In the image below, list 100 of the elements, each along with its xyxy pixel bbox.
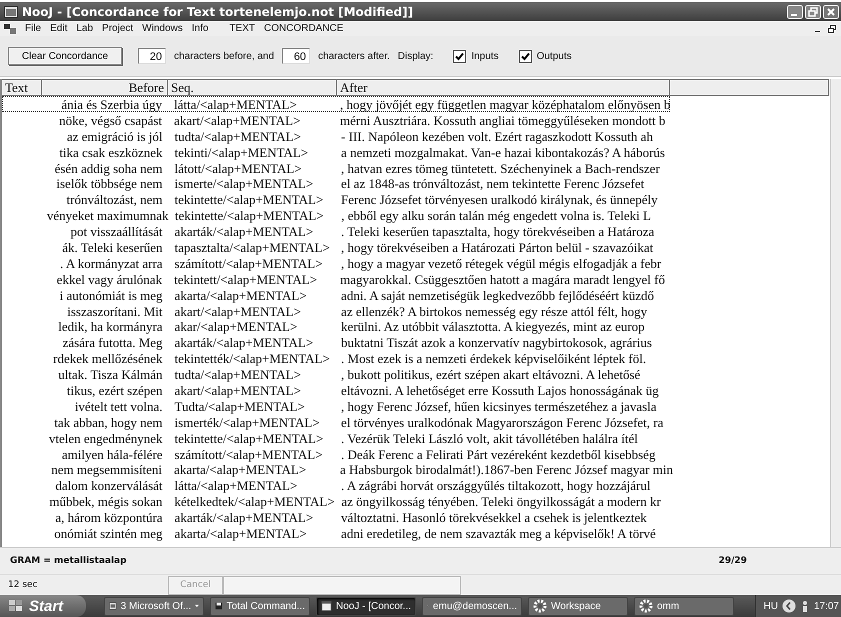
table-row[interactable]: ánia és Szerbia úgy látta/<alap+MENTAL> , hogy jövőjét egy független magyar középhatalom előnyösen b <box>2 96 670 112</box>
menu-item[interactable]: Project <box>102 23 134 34</box>
menu-item[interactable]: Lab <box>76 23 94 34</box>
menu-item[interactable]: File <box>25 23 42 34</box>
table-row[interactable]: ultak. Tisza Kálmán tudta/<alap+MENTAL> , bukott politikus, ezért szépen akart eltávozni. A lehetősé <box>2 366 670 382</box>
before-context: tikus, ezért szépen <box>66 383 163 398</box>
sequence-match: akart/<alap+MENTAL> <box>174 112 300 128</box>
table-row[interactable]: iselők többsége nem ismerte/<alap+MENTAL> el az 1848-as trónváltozást, nem tekintette Ferenc Józsefet <box>2 175 670 192</box>
table-row[interactable]: pot visszaállítását akarták/<alap+MENTAL> . Teleki keserűen tapasztalta, hogy törekvéseiben a Határoza <box>2 223 670 240</box>
table-row[interactable]: i autonómiát is meg akarta/<alap+MENTAL> adni. A saját nemzetiségük legkedvezőbb fejlődéséért küzdő <box>2 286 670 303</box>
after-context: , hogy a magyar vezető rétegek végül mégis elfogadják a febr <box>341 256 662 271</box>
before-label: characters before, and <box>174 50 274 62</box>
scrollbar[interactable] <box>830 79 841 547</box>
elapsed-time: 12 sec <box>7 580 38 590</box>
taskbar-button[interactable]: Workspace <box>528 596 628 616</box>
before-context: iselők többsége nem <box>56 176 163 192</box>
table-row[interactable]: dalom konzerválását látta/<alap+MENTAL> . A zágrábi horvát országgyűlés tiltakozott, hogy hozzájárul <box>2 477 670 494</box>
before-context: az emigráció is jól <box>66 128 163 144</box>
close-icon[interactable] <box>823 4 839 18</box>
menu-item[interactable]: Edit <box>50 23 68 34</box>
clock[interactable]: 17:07 <box>814 600 839 612</box>
table-row[interactable]: ésén addig soha nem látott/<alap+MENTAL> , hatvan ezres tömeg tüntetett. Széchenyinek a Bach-rendszer <box>2 160 670 176</box>
before-context: műbbek, mégis sokan <box>49 494 162 510</box>
before-context: tika csak eszköznek <box>59 144 163 160</box>
after-context: , hatvan ezres tömeg tüntetett. Széchenyinek a Bach-rendszer <box>341 160 660 176</box>
before-context: ekkel vagy árulónak <box>56 272 162 287</box>
table-row[interactable]: onómiát szintén meg akarta/<alap+MENTAL> adni eredetileg, de nem szavazták meg a képviselők! A törvé <box>2 525 670 541</box>
taskbar-button[interactable]: 3 Microsoft Of... <box>104 596 204 616</box>
menu-item[interactable]: CONCORDANCE <box>264 23 344 34</box>
before-context: onómiát szintén meg <box>54 526 163 542</box>
sequence-match: tekintette/<alap+MENTAL> <box>174 430 324 446</box>
window-title: NooJ - [Concordance for Text tortenelemjo.not [Modified]] <box>22 4 414 18</box>
display-label: Display: <box>398 50 434 62</box>
sequence-match: akarta/<alap+MENTAL> <box>174 526 307 542</box>
menu-item[interactable]: TEXT <box>229 23 255 34</box>
after-context: kerülni. Az utóbbit választotta. A kiegyezés, mint az europ <box>341 319 645 334</box>
table-row[interactable]: ák. Teleki keserűen tapasztalta/<alap+MENTAL> , hogy törekvéseiben a Határozati Párton belül - szavazóikat <box>2 239 670 255</box>
sequence-match: akarta/<alap+MENTAL> <box>174 462 306 478</box>
after-context: a nemzeti mozgalmakat. Van-e hazai kibontakozás? A háborús <box>341 144 665 160</box>
match-count: 29/29 <box>718 556 747 566</box>
after-context: eltávozni. A lehetőséget erre Kossuth Lajos honosságának üg <box>341 383 659 398</box>
start-button[interactable]: Start <box>0 595 86 617</box>
language-indicator[interactable]: HU <box>764 600 778 612</box>
sequence-match: tudta/<alap+MENTAL> <box>174 367 301 382</box>
column-header[interactable]: Text <box>2 79 42 96</box>
taskbar-button[interactable]: emu@demoscen... <box>422 596 522 616</box>
table-row[interactable]: ledik, ha kormányra akar/<alap+MENTAL> kerülni. Az utóbbit választotta. A kiegyezés, mint az europ <box>2 318 670 334</box>
sequence-match: látta/<alap+MENTAL> <box>174 97 297 112</box>
maximize-icon[interactable] <box>805 4 821 18</box>
clear-concordance-button[interactable]: Clear Concordance <box>8 47 122 65</box>
column-header[interactable]: Before <box>42 79 168 96</box>
after-context: - III. Napóleon kezében volt. Ezért ragaszkodott Kossuth ah <box>341 128 653 144</box>
table-row[interactable]: tikus, ezért szépen akart/<alap+MENTAL> eltávozni. A lehetőséget erre Kossuth Lajos honosságának üg <box>2 382 670 398</box>
sequence-match: kételkedtek/<alap+MENTAL> <box>174 494 335 510</box>
sequence-match: akart/<alap+MENTAL> <box>174 383 301 398</box>
table-row[interactable]: vényeket maximumnak tekintette/<alap+MENTAL> , ebből egy alku során talán még engedett volna is. Teleki L <box>2 207 670 224</box>
after-context: változtatni. Hasonló törekvésekkel a csehek is jelentkeztek <box>341 510 647 526</box>
table-row[interactable]: isszaszorítani. Mit akart/<alap+MENTAL> az ellenzék? A birtokos nemesség egy része attól félt, hogy <box>2 302 670 318</box>
table-row[interactable]: az emigráció is jól tudta/<alap+MENTAL> - III. Napóleon kezében volt. Ezért ragaszkodott Kossuth ah <box>2 128 670 144</box>
taskbar-button[interactable]: omm <box>634 596 734 616</box>
restore-icon[interactable] <box>827 24 837 34</box>
option-label: Inputs <box>471 50 499 62</box>
table-row[interactable]: ekkel vagy árulónak tekintett/<alap+MENTAL> magyarokkal. Csüggesztően hatott a magára maradt lengyel fő <box>2 270 670 287</box>
column-header[interactable]: After <box>337 79 670 96</box>
after-context: , ebből egy alku során talán még engedett volna is. Teleki L <box>341 208 651 224</box>
before-context: ánia és Szerbia úgy <box>61 97 162 112</box>
table-row[interactable]: műbbek, mégis sokan kételkedtek/<alap+MENTAL> az öngyilkosság tényében. Teleki öngyilkosságát a modern kr <box>2 493 670 510</box>
caret-icon <box>195 604 199 608</box>
table-row[interactable]: trónváltozást, nem tekintette/<alap+MENTAL> Ferenc Józsefet törvényesen uralkodó királynak, és ünnepély <box>2 191 670 208</box>
before-count-field[interactable]: 20 <box>138 48 166 64</box>
table-row[interactable]: nöke, végső csapást akart/<alap+MENTAL> mérni Ausztriára. Kossuth angliai tömeggyűléseken mondott b <box>2 112 670 128</box>
table-row[interactable]: amilyen hála-félére számított/<alap+MENTAL> . Deák Ferenc a Felirati Párt vezéreként kezdetből kisebbség <box>2 446 670 462</box>
sequence-match: számított/<alap+MENTAL> <box>174 256 323 271</box>
minimize-icon[interactable] <box>787 4 803 18</box>
before-context: trónváltozást, nem <box>66 192 163 208</box>
table-row[interactable]: tika csak eszköznek tekinti/<alap+MENTAL> a nemzeti mozgalmakat. Van-e hazai kibontakozás? A háborús <box>2 144 670 160</box>
before-context: isszaszorítani. Mit <box>67 304 163 319</box>
table-row[interactable]: vtelen engedménynek tekintette/<alap+MENTAL> . Vezérük Teleki László volt, akit távollétében halálra ítél <box>2 430 670 446</box>
taskbar-button[interactable]: Total Command... <box>210 596 310 616</box>
table-row[interactable]: rdekek mellőzésének tekintették/<alap+MENTAL> . Most ezek is a nemzeti érdekek képviselőiként léptek föl. <box>2 350 670 366</box>
after-context: adni. A saját nemzetiségük legkedvezőbb fejlődéséért küzdő <box>341 288 654 303</box>
after-count-field[interactable]: 60 <box>282 48 310 64</box>
after-context: a Habsburgok birodalmát!).1867-ben Ferenc József magyar min <box>340 462 673 478</box>
table-row[interactable]: ivételt tett volna. Tudta/<alap+MENTAL> , hogy Ferenc József, hűen kicsinyes természetéhez a javasla <box>2 398 670 414</box>
before-context: rdekek mellőzésének <box>53 351 163 366</box>
sequence-match: tudta/<alap+MENTAL> <box>174 128 301 144</box>
column-header[interactable]: Seq. <box>168 79 337 96</box>
menu-item[interactable]: Info <box>192 23 208 34</box>
table-row[interactable]: a, három központúra akarták/<alap+MENTAL> változtatni. Hasonló törekvésekkel a csehek is jelentkeztek <box>2 509 670 526</box>
taskbar-button[interactable]: NooJ - [Concor... <box>316 596 416 616</box>
table-row[interactable]: zására futotta. Meg akarták/<alap+MENTAL> buktatni Tiszát azok a konzervatív nagybirtokosok, agrárius <box>2 334 670 350</box>
window-icon <box>321 599 332 613</box>
table-row[interactable]: . A kormányzat arra számított/<alap+MENTAL> , hogy a magyar vezető rétegek végül mégis elfogadják a febr <box>2 254 670 271</box>
table-row[interactable]: tak abban, hogy nem ismerték/<alap+MENTAL> el törvényes uralkodónak Magyarországon Ferenc Józsefet, ra <box>2 414 670 430</box>
before-context: vtelen engedménynek <box>48 430 163 446</box>
before-context: a, három központúra <box>55 510 163 526</box>
checkbox[interactable] <box>518 50 532 62</box>
menu-item[interactable]: Windows <box>142 23 183 34</box>
sequence-match: akarták/<alap+MENTAL> <box>174 335 314 350</box>
checkbox[interactable] <box>453 50 466 62</box>
